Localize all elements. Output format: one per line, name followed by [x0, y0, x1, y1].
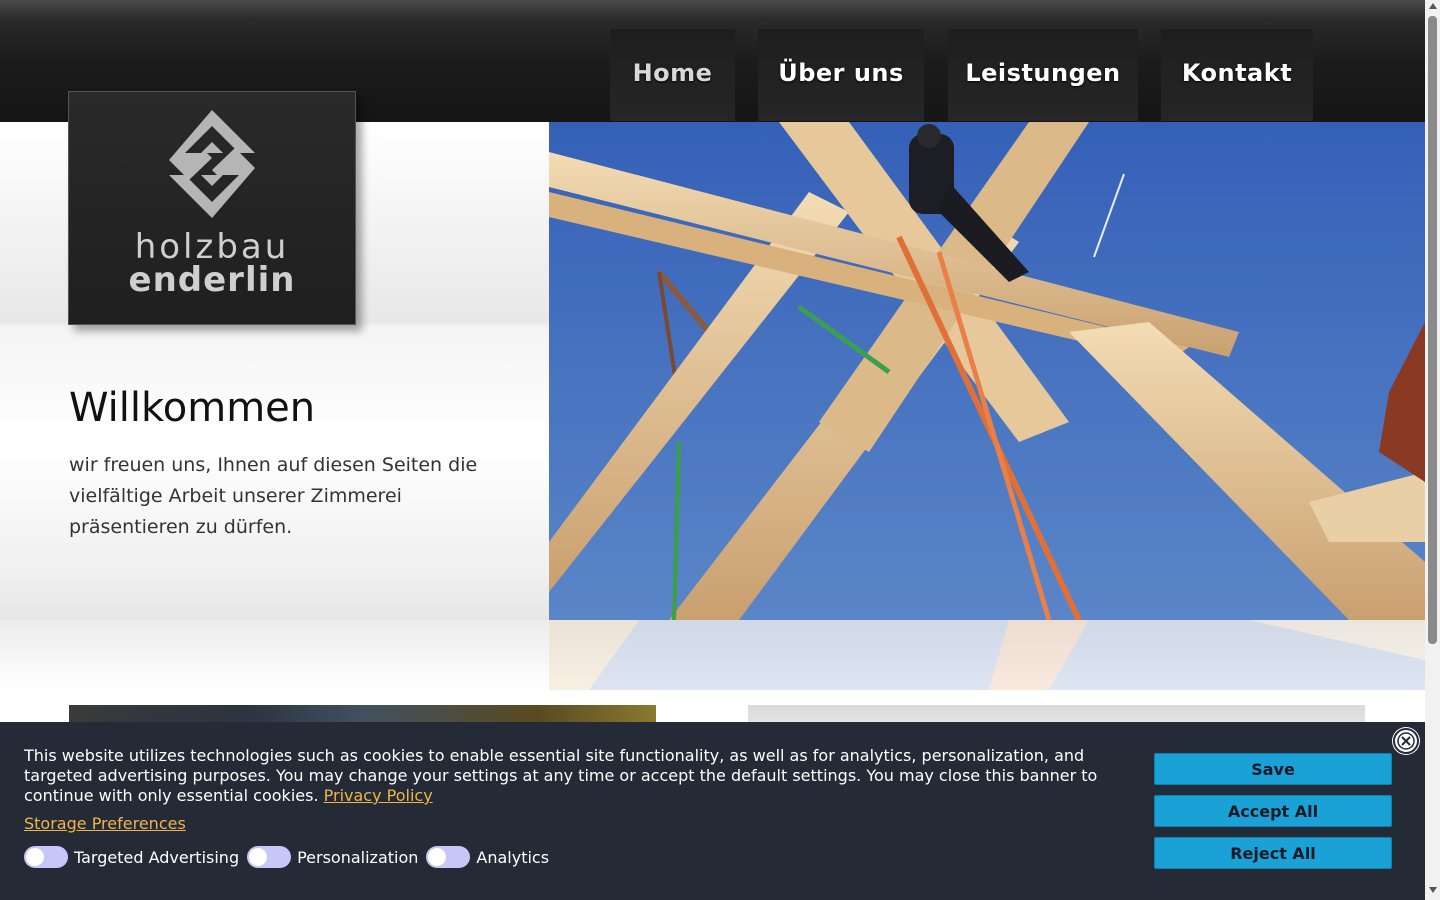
- company-logo[interactable]: holzbau enderlin: [68, 91, 356, 325]
- nav-item-home[interactable]: Home: [610, 29, 735, 121]
- hero-image-reflection: [549, 620, 1425, 690]
- nav-label: Über uns: [778, 59, 904, 87]
- page: Home Über uns Leistungen Kontakt holzbau…: [0, 0, 1425, 900]
- cookie-message: This website utilizes technologies such …: [24, 746, 1098, 805]
- cookie-banner-text: This website utilizes technologies such …: [24, 746, 1124, 806]
- scroll-down-icon[interactable]: [1429, 887, 1437, 893]
- cookie-banner: This website utilizes technologies such …: [0, 722, 1425, 900]
- nav-item-kontakt[interactable]: Kontakt: [1161, 29, 1313, 121]
- accept-all-button[interactable]: Accept All: [1154, 795, 1392, 827]
- hero-image-timber-frame: [549, 122, 1425, 620]
- toggle-analytics[interactable]: Analytics: [426, 846, 549, 868]
- nav-item-leistungen[interactable]: Leistungen: [948, 29, 1138, 121]
- scroll-up-icon[interactable]: [1429, 3, 1437, 9]
- consent-toggles: Targeted Advertising Personalization Ana…: [24, 846, 557, 868]
- toggle-switch[interactable]: [247, 846, 292, 868]
- page-scrollbar[interactable]: [1425, 0, 1440, 900]
- toggle-switch[interactable]: [426, 846, 471, 868]
- close-icon: [1397, 732, 1415, 750]
- nav-label: Kontakt: [1181, 59, 1293, 87]
- logo-text-enderlin: enderlin: [128, 260, 296, 300]
- save-button[interactable]: Save: [1154, 753, 1392, 785]
- logo-mark-icon: [169, 110, 255, 218]
- reject-all-button[interactable]: Reject All: [1154, 837, 1392, 869]
- toggle-label: Targeted Advertising: [74, 847, 240, 867]
- toggle-label: Analytics: [476, 847, 550, 867]
- nav-item-ueber-uns[interactable]: Über uns: [758, 29, 924, 121]
- scrollbar-thumb[interactable]: [1428, 16, 1437, 644]
- page-title: Willkommen: [69, 385, 316, 431]
- toggle-personalization[interactable]: Personalization: [247, 846, 418, 868]
- nav-label: Leistungen: [965, 59, 1121, 87]
- privacy-policy-link[interactable]: Privacy Policy: [324, 786, 433, 805]
- storage-preferences-link[interactable]: Storage Preferences: [24, 814, 186, 833]
- close-banner-button[interactable]: [1393, 728, 1419, 754]
- toggle-targeted-advertising[interactable]: Targeted Advertising: [24, 846, 239, 868]
- nav-label: Home: [632, 59, 713, 87]
- toggle-label: Personalization: [297, 847, 419, 867]
- toggle-switch[interactable]: [24, 846, 68, 868]
- intro-text: wir freuen uns, Ihnen auf diesen Seiten …: [69, 454, 478, 538]
